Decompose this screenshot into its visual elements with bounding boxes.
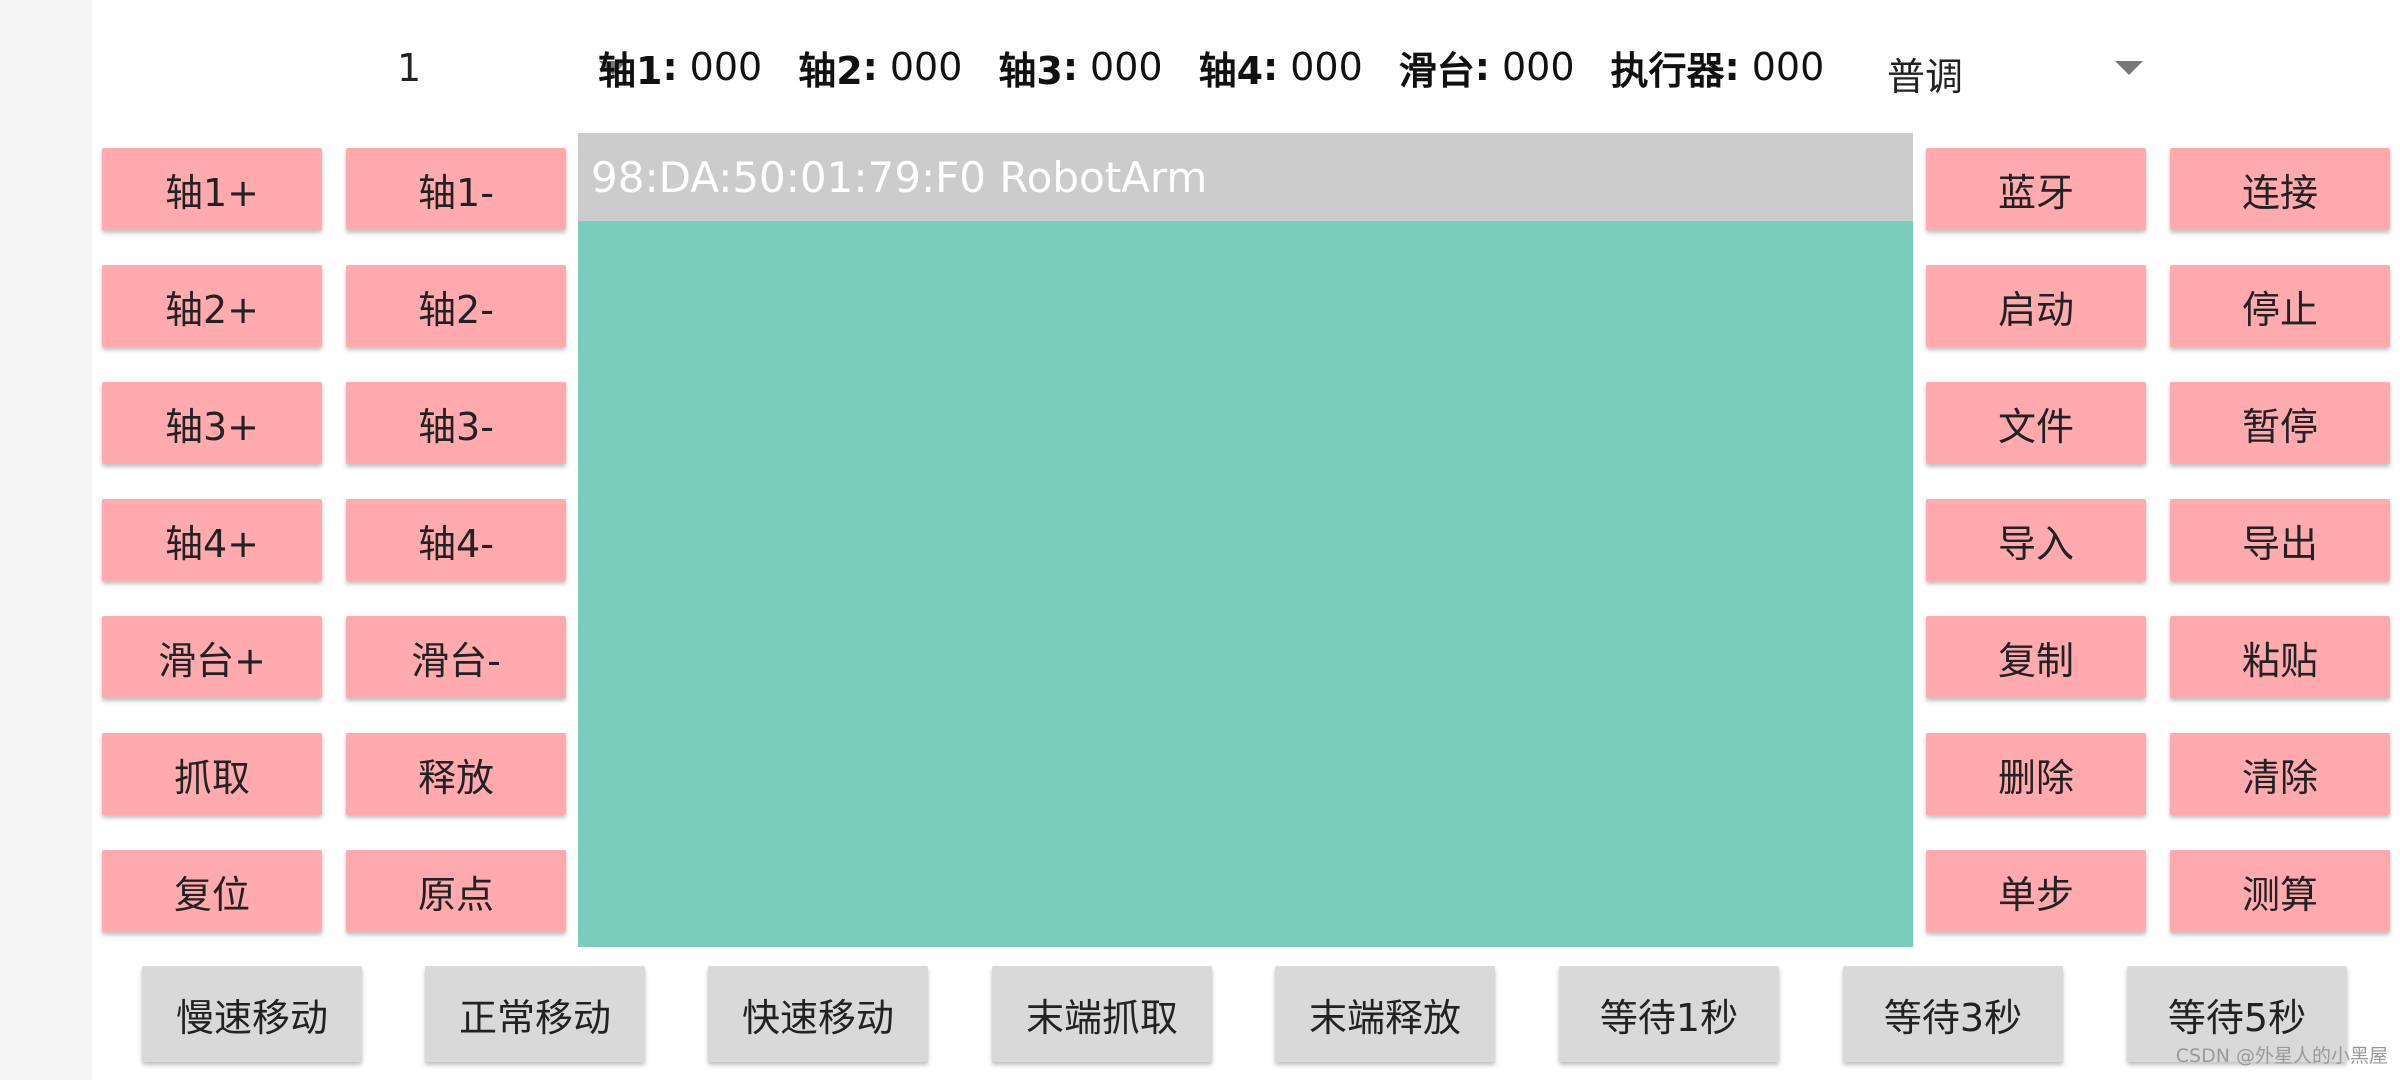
device-list-item[interactable]: 98:DA:50:01:79:F0 RobotArm bbox=[578, 133, 1913, 221]
status-bar: 1 轴1:000 轴2:000 轴3:000 轴4:000 滑台:000 执行器:000 … bbox=[92, 0, 2400, 132]
readout-label: 轴3 bbox=[998, 48, 1063, 93]
action-button[interactable]: 快速移动 bbox=[708, 966, 928, 1062]
readout-separator: : bbox=[1062, 45, 1079, 89]
control-button[interactable]: 清除 bbox=[2170, 733, 2390, 815]
readout-value: 000 bbox=[889, 45, 963, 89]
readout-label: 轴1 bbox=[598, 48, 663, 93]
control-button[interactable]: 导出 bbox=[2170, 499, 2390, 581]
control-button[interactable]: 轴4- bbox=[346, 499, 566, 581]
control-button[interactable]: 滑台- bbox=[346, 616, 566, 698]
control-button[interactable]: 轴1- bbox=[346, 148, 566, 230]
action-button[interactable]: 等待1秒 bbox=[1559, 966, 1779, 1062]
control-button[interactable]: 轴1+ bbox=[102, 148, 322, 230]
readout-value: 000 bbox=[1090, 45, 1163, 89]
action-button[interactable]: 正常移动 bbox=[425, 966, 645, 1062]
control-button[interactable]: 滑台+ bbox=[102, 616, 322, 698]
action-button[interactable]: 末端抓取 bbox=[992, 966, 1212, 1062]
app-screen: 1 轴1:000 轴2:000 轴3:000 轴4:000 滑台:000 执行器:000 … bbox=[0, 0, 2400, 1080]
control-button[interactable]: 连接 bbox=[2170, 148, 2390, 230]
control-button[interactable]: 停止 bbox=[2170, 265, 2390, 347]
readout-separator: : bbox=[862, 45, 878, 89]
control-button[interactable]: 粘贴 bbox=[2170, 616, 2390, 698]
control-button[interactable]: 轴4+ bbox=[102, 499, 322, 581]
readout-value: 000 bbox=[1501, 45, 1575, 89]
number-spinner-value: 1 bbox=[397, 46, 422, 90]
axis-readout: 执行器:000 bbox=[1611, 40, 1825, 95]
axis-readout: 轴4:000 bbox=[1199, 40, 1363, 95]
control-button[interactable]: 暂停 bbox=[2170, 382, 2390, 464]
control-button[interactable]: 文件 bbox=[1926, 382, 2146, 464]
control-button[interactable]: 导入 bbox=[1926, 499, 2146, 581]
control-button[interactable]: 轴3- bbox=[346, 382, 566, 464]
control-button[interactable]: 轴2- bbox=[346, 265, 566, 347]
readout-separator: : bbox=[1474, 45, 1490, 89]
readout-label: 滑台 bbox=[1398, 48, 1475, 93]
watermark: CSDN @外星人的小黑屋 bbox=[2175, 1045, 2388, 1067]
axis-readout: 滑台:000 bbox=[1399, 40, 1575, 95]
mode-spinner[interactable]: 普调 bbox=[1887, 30, 2167, 102]
dropdown-caret-icon bbox=[2115, 61, 2143, 75]
readout-label: 轴2 bbox=[798, 48, 863, 93]
readout-value: 000 bbox=[1290, 45, 1363, 89]
control-button[interactable]: 复位 bbox=[102, 850, 322, 932]
control-button[interactable]: 复制 bbox=[1926, 616, 2146, 698]
control-button[interactable]: 测算 bbox=[2170, 850, 2390, 932]
axis-readout: 轴2:000 bbox=[798, 40, 962, 95]
action-button[interactable]: 慢速移动 bbox=[142, 966, 362, 1062]
control-button[interactable]: 轴2+ bbox=[102, 265, 322, 347]
left-edge-strip bbox=[0, 0, 92, 1080]
mode-spinner-value: 普调 bbox=[1887, 55, 1964, 99]
control-button[interactable]: 启动 bbox=[1926, 265, 2146, 347]
action-button[interactable]: 末端释放 bbox=[1275, 966, 1495, 1062]
control-button[interactable]: 原点 bbox=[346, 850, 566, 932]
readout-separator: : bbox=[1724, 45, 1740, 89]
axis-readouts: 轴1:000 轴2:000 轴3:000 轴4:000 滑台:000 执行器:000 bbox=[598, 40, 1860, 95]
axis-readout: 轴3:000 bbox=[998, 40, 1162, 95]
readout-separator: : bbox=[662, 45, 678, 89]
control-button[interactable]: 释放 bbox=[346, 733, 566, 815]
action-button[interactable]: 等待3秒 bbox=[1843, 966, 2063, 1062]
control-button[interactable]: 蓝牙 bbox=[1926, 148, 2146, 230]
readout-value: 000 bbox=[1751, 45, 1825, 89]
control-button[interactable]: 单步 bbox=[1926, 850, 2146, 932]
axis-readout: 轴1:000 bbox=[598, 40, 762, 95]
readout-value: 000 bbox=[689, 45, 763, 89]
control-button[interactable]: 轴3+ bbox=[102, 382, 322, 464]
readout-label: 轴4 bbox=[1198, 48, 1264, 93]
device-list-panel: 98:DA:50:01:79:F0 RobotArm bbox=[578, 133, 1913, 947]
control-button[interactable]: 抓取 bbox=[102, 733, 322, 815]
readout-separator: : bbox=[1263, 45, 1279, 89]
control-button[interactable]: 删除 bbox=[1926, 733, 2146, 815]
readout-label: 执行器 bbox=[1610, 48, 1725, 93]
